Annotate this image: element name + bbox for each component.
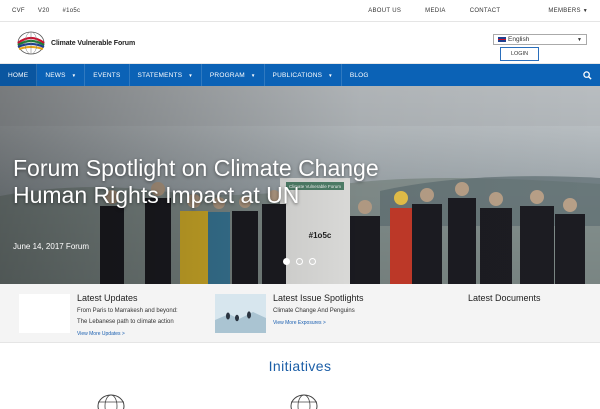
carousel-dot-1[interactable]	[283, 258, 290, 265]
issue-spotlight-line-1[interactable]: Climate Change And Penguins	[273, 308, 355, 314]
topbar-link-about[interactable]: ABOUT US	[368, 8, 401, 14]
topbar-link-1o5c[interactable]: #1o5c	[62, 8, 80, 14]
nav-label: PUBLICATIONS	[272, 71, 323, 79]
topbar-link-contact[interactable]: CONTACT	[470, 8, 501, 14]
hero-meta: June 14, 2017 Forum	[13, 242, 90, 251]
topbar-link-cvf[interactable]: CVF	[12, 8, 25, 14]
language-select[interactable]: English ▼	[493, 34, 587, 45]
caret-down-icon: ▼	[328, 72, 333, 78]
search-button[interactable]	[574, 64, 600, 86]
carousel-dot-3[interactable]	[309, 258, 316, 265]
topbar-link-media[interactable]: MEDIA	[425, 8, 446, 14]
penguins-image	[215, 294, 266, 333]
latest-documents-heading[interactable]: Latest Documents	[468, 293, 541, 303]
topbar-link-v20[interactable]: V20	[38, 8, 50, 14]
hero-carousel[interactable]: Climate Vulnerable Forum #1o5c	[0, 86, 600, 284]
nav-item-statements[interactable]: STATEMENTS ▼	[130, 64, 202, 86]
login-button[interactable]: LOGIN	[500, 47, 539, 61]
latest-updates-line-1[interactable]: From Paris to Marrakesh and beyond:	[77, 308, 178, 314]
initiatives-heading: Initiatives	[268, 358, 332, 374]
site-logo[interactable]: Climate Vulnerable Forum	[13, 30, 135, 56]
caret-down-icon: ▼	[188, 72, 193, 78]
carousel-dot-2[interactable]	[296, 258, 303, 265]
initiative-globe-icon	[97, 394, 125, 409]
chevron-down-icon: ▼	[582, 7, 588, 14]
latest-updates-line-2[interactable]: The Lebanese path to climate action	[77, 319, 174, 325]
nav-item-blog[interactable]: BLOG	[342, 64, 377, 86]
nav-item-program[interactable]: PROGRAM ▼	[202, 64, 265, 86]
carousel-dots	[283, 258, 316, 265]
updates-strip: Latest Updates From Paris to Marrakesh a…	[0, 284, 600, 343]
nav-label: HOME	[8, 71, 29, 79]
latest-updates-thumbnail[interactable]	[19, 294, 70, 333]
hero-title[interactable]: Forum Spotlight on Climate Change Human …	[13, 155, 393, 209]
main-nav: HOME NEWS ▼ EVENTS STATEMENTS ▼ PROGRAM ▼ P…	[0, 64, 600, 86]
issue-spotlights-heading[interactable]: Latest Issue Spotlights	[273, 293, 364, 303]
topbar-left-links: CVF V20 #1o5c	[12, 8, 93, 14]
nav-label: NEWS	[45, 71, 66, 79]
nav-label: STATEMENTS	[137, 71, 183, 79]
nav-item-home[interactable]: HOME	[0, 64, 38, 86]
latest-updates-heading[interactable]: Latest Updates	[77, 293, 138, 303]
caret-down-icon: ▼	[71, 72, 77, 78]
nav-label: BLOG	[349, 71, 369, 79]
issue-spotlight-thumbnail[interactable]	[215, 294, 266, 333]
caret-down-icon: ▼	[250, 72, 256, 78]
logo-text: Climate Vulnerable Forum	[51, 39, 136, 47]
nav-label: PROGRAM	[209, 71, 245, 79]
topbar-link-members[interactable]: MEMBERS ▼	[524, 8, 588, 14]
view-more-exposures-link[interactable]: View More Exposures >	[273, 320, 326, 326]
uk-flag-icon	[498, 37, 506, 42]
view-more-updates-link[interactable]: View More Updates >	[77, 331, 125, 337]
globe-logo-icon	[13, 30, 46, 56]
top-utility-bar: CVF V20 #1o5c ABOUT US MEDIA CONTACT MEM…	[0, 0, 600, 22]
language-value: English	[508, 36, 530, 43]
nav-item-events[interactable]: EVENTS	[85, 64, 130, 86]
search-icon	[582, 70, 592, 80]
members-label: MEMBERS	[548, 7, 581, 14]
initiative-globe-icon	[290, 394, 318, 409]
nav-label: EVENTS	[93, 71, 121, 79]
nav-item-publications[interactable]: PUBLICATIONS ▼	[265, 64, 342, 86]
chevron-down-icon: ▼	[577, 37, 582, 43]
topbar-right-links: ABOUT US MEDIA CONTACT MEMBERS ▼	[344, 8, 588, 14]
nav-item-news[interactable]: NEWS ▼	[37, 64, 86, 86]
